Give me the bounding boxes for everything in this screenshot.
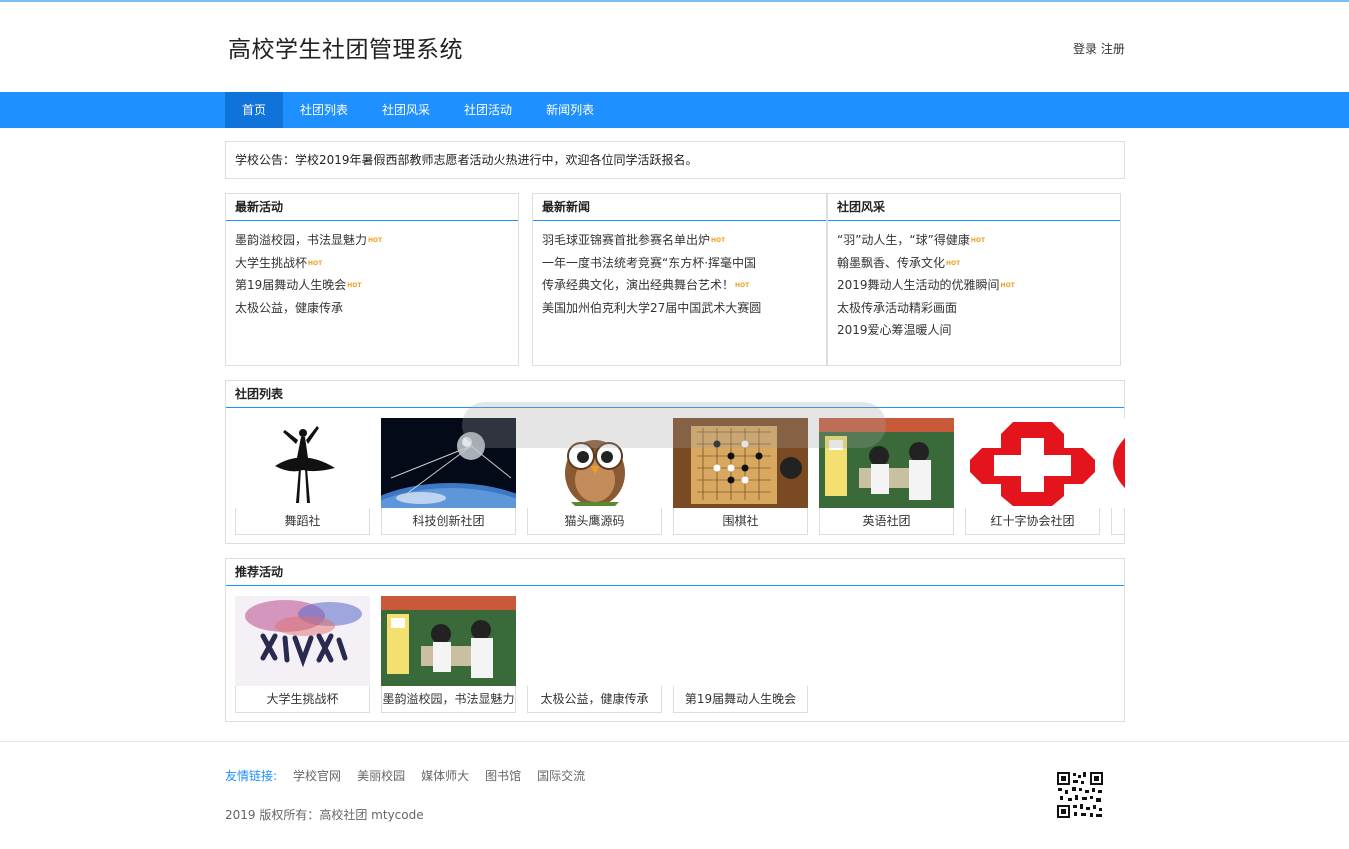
list-item[interactable]: 大学生挑战杯HOT [235,252,518,275]
recommended-list: 大学生挑战杯 墨韵溢校园，书法显魅力 太极公益，健康传承 第19届舞动人生晚会 [235,596,1125,714]
list-item[interactable]: 第19届舞动人生晚会HOT [235,274,518,297]
red-cross-image [965,418,1100,508]
footer-divider [0,741,1349,742]
panel-title: 推荐活动 [226,559,1124,586]
list-item[interactable]: 2019舞动人生活动的优雅瞬间HOT [837,274,1120,297]
main-nav: 首页 社团列表 社团风采 社团活动 新闻列表 [0,92,1349,128]
latest-activities-panel: 最新活动 墨韵溢校园，书法显魅力HOT 大学生挑战杯HOT 第19届舞动人生晚会… [225,193,519,366]
register-link[interactable]: 注册 [1101,42,1125,56]
activity-name: 墨韵溢校园，书法显魅力 [381,686,516,713]
footer-link[interactable]: 图书馆 [485,767,521,784]
activity-name: 第19届舞动人生晚会 [673,686,808,713]
login-link[interactable]: 登录 [1073,42,1097,56]
watermark [462,402,886,448]
copyright: 2019 版权所有：高校社团 mtycode [225,808,424,822]
hot-badge: HOT [735,282,750,289]
list-item[interactable]: “羽”动人生，“球”得健康HOT [837,229,1120,252]
list-item[interactable]: 美国加州伯克利大学27届中国武术大赛圆 [542,297,826,320]
header: 高校学生社团管理系统 登录 注册 [0,2,1349,92]
friend-links: 友情链接: 学校官网 美丽校园 媒体师大 图书馆 国际交流 [225,767,601,784]
list-item[interactable]: 羽毛球亚锦赛首批参赛名单出炉HOT [542,229,826,252]
hot-badge: HOT [1000,282,1015,289]
nav-home[interactable]: 首页 [225,92,284,128]
hot-badge: HOT [347,282,362,289]
friend-links-label: 友情链接: [225,769,278,783]
list-item[interactable]: 太极传承活动精彩画面 [837,297,1120,320]
activity-card[interactable]: 墨韵溢校园，书法显魅力 [381,596,516,713]
nav-news-list[interactable]: 新闻列表 [529,92,611,128]
list-item[interactable]: 2019爱心筹温暖人间 [837,319,1120,342]
club-name [1111,508,1125,535]
panel-title: 最新活动 [226,194,518,221]
qr-code-icon [1056,771,1104,819]
activity-card[interactable]: 第19届舞动人生晚会 [673,596,808,713]
nav-club-list[interactable]: 社团列表 [283,92,365,128]
club-card[interactable] [1111,418,1125,535]
school-notice: 学校公告：学校2019年暑假西部教师志愿者活动火热进行中，欢迎各位同学活跃报名。 [225,141,1125,179]
club-name: 舞蹈社 [235,508,370,535]
panel-title: 最新新闻 [533,194,826,221]
activity-card[interactable]: 大学生挑战杯 [235,596,370,713]
activity-card[interactable]: 太极公益，健康传承 [527,596,662,713]
list-item[interactable]: 翰墨飘香、传承文化HOT [837,252,1120,275]
hot-badge: HOT [308,259,323,267]
club-name: 围棋社 [673,508,808,535]
nav-club-style[interactable]: 社团风采 [365,92,447,128]
activity-name: 太极公益，健康传承 [527,686,662,713]
red-cross-image [1111,418,1125,508]
ballet-dancer-image [235,418,370,508]
empty-image [673,596,808,686]
hot-badge: HOT [368,237,383,244]
club-name: 英语社团 [819,508,954,535]
hot-badge: HOT [946,259,961,267]
latest-news-panel: 最新新闻 羽毛球亚锦赛首批参赛名单出炉HOT 一年一度书法统考竞赛“东方杯·挥毫… [532,193,827,366]
list-item[interactable]: 传承经典文化，演出经典舞台艺术！HOT [542,274,826,297]
site-title: 高校学生社团管理系统 [228,37,463,63]
footer-link[interactable]: 美丽校园 [357,767,405,784]
list-item[interactable]: 一年一度书法统考竞赛“东方杯·挥毫中国 [542,252,826,275]
footer-link[interactable]: 国际交流 [537,767,585,784]
classroom-image [381,596,516,686]
hot-badge: HOT [970,237,986,244]
club-card[interactable]: 红十字协会社团 [965,418,1100,535]
panel-title: 社团风采 [828,194,1120,221]
challenge-cup-image [235,596,370,686]
club-name: 猫头鹰源码 [527,508,662,535]
footer-link[interactable]: 媒体师大 [421,767,469,784]
empty-image [527,596,662,686]
club-card[interactable]: 舞蹈社 [235,418,370,535]
list-item[interactable]: 太极公益，健康传承 [235,297,518,320]
nav-club-activities[interactable]: 社团活动 [447,92,529,128]
recommended-activities-panel: 推荐活动 大学生挑战杯 墨韵溢校园，书法显魅力 太极公益，健康传承 第19届舞动… [225,558,1125,722]
auth-links: 登录 注册 [1073,40,1125,57]
activity-name: 大学生挑战杯 [235,686,370,713]
club-name: 科技创新社团 [381,508,516,535]
list-item[interactable]: 墨韵溢校园，书法显魅力HOT [235,229,518,252]
club-name: 红十字协会社团 [965,508,1100,535]
footer-link[interactable]: 学校官网 [293,767,341,784]
club-style-panel: 社团风采 “羽”动人生，“球”得健康HOT 翰墨飘香、传承文化HOT 2019舞… [827,193,1121,366]
hot-badge: HOT [711,237,726,244]
